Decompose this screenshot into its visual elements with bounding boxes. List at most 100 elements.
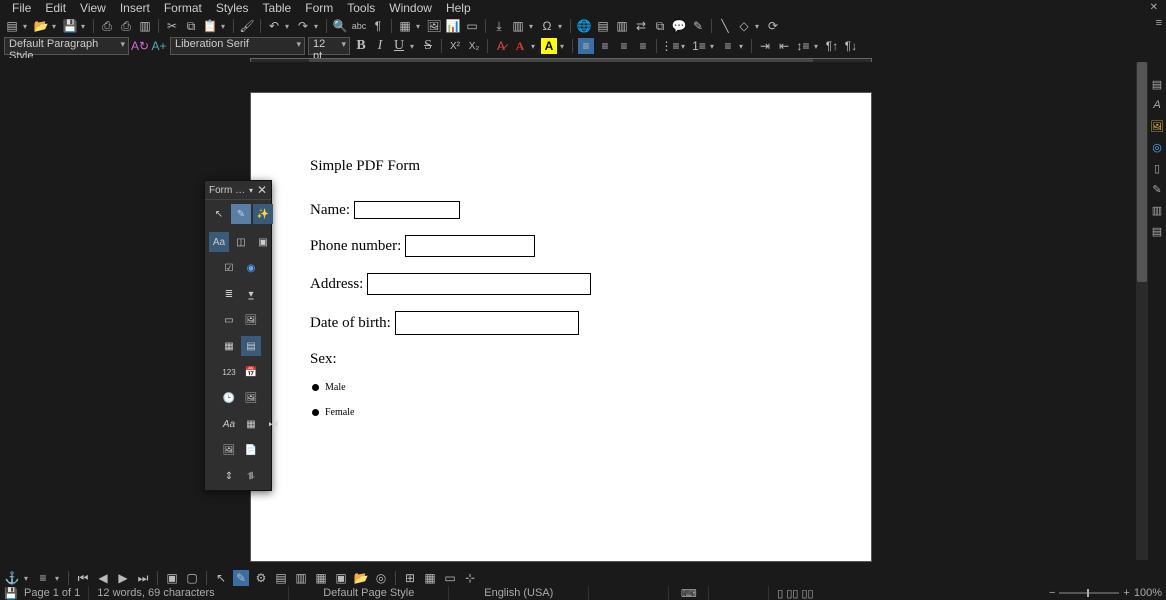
paste-icon[interactable]: 📋 xyxy=(202,18,218,34)
more-controls-icon[interactable]: ▤ xyxy=(241,336,261,356)
form-nav-next-icon[interactable]: ▶ xyxy=(115,570,131,586)
underline-button[interactable]: U xyxy=(391,38,407,54)
print-preview-icon[interactable]: ▥ xyxy=(137,18,153,34)
currency-field-icon[interactable]: 🖼 xyxy=(241,388,261,408)
hyperlink-icon[interactable]: 🌐 xyxy=(576,18,592,34)
align-justify-button[interactable]: ≡ xyxy=(635,38,651,54)
address-textbox[interactable] xyxy=(367,273,591,295)
window-close-icon[interactable]: ✕ xyxy=(1150,2,1158,13)
combobox-control-icon[interactable]: ▾̲ xyxy=(241,284,261,304)
navigator-panel-icon[interactable]: ◎ xyxy=(1149,138,1165,156)
highlight-button[interactable]: A xyxy=(541,38,557,54)
subscript-button[interactable]: X₂ xyxy=(466,38,482,54)
activation-order-icon[interactable]: ▣ xyxy=(333,570,349,586)
auto-control-focus-icon[interactable]: ◎ xyxy=(373,570,389,586)
scrollbar-thumb[interactable] xyxy=(1137,62,1147,282)
listbox-control-icon[interactable]: ≣ xyxy=(219,284,239,304)
label-control-icon[interactable]: Aa xyxy=(209,232,229,252)
page-break-icon[interactable]: ⤓ xyxy=(491,18,507,34)
bold-button[interactable]: B xyxy=(353,38,369,54)
font-color-button[interactable]: A xyxy=(512,38,528,54)
snap-guides-icon[interactable]: ⊹ xyxy=(462,570,478,586)
menu-insert[interactable]: Insert xyxy=(114,0,156,16)
numbered-list-button[interactable]: 1≡ xyxy=(691,38,707,54)
outline-list-button[interactable]: ≡ xyxy=(720,38,736,54)
file-selection-icon[interactable]: 📄 xyxy=(241,440,261,460)
line-spacing-button[interactable]: ↕≡ xyxy=(795,38,811,54)
insert-table-icon[interactable]: ▦ xyxy=(397,18,413,34)
form-controls-toolbar[interactable]: Form … ▾ ✕ ↖ ✎ ✨ Aa ◫ ▣ ☑ ◉ ≣ ▾̲ ▭ 🖼 ▦ ▤… xyxy=(204,180,272,491)
footnote-icon[interactable]: ▤ xyxy=(595,18,611,34)
manage-changes-icon[interactable]: ▥ xyxy=(1149,201,1165,219)
bring-front-icon[interactable]: ▣ xyxy=(164,570,180,586)
copy-icon[interactable]: ⧉ xyxy=(183,18,199,34)
anchor-icon[interactable]: ⚓ xyxy=(4,570,20,586)
sidebar-toggle-icon[interactable]: ≡ xyxy=(1156,17,1162,29)
form-navigator-icon[interactable]: ▥ xyxy=(293,570,309,586)
nav-bar-icon[interactable]: ⏭ xyxy=(263,414,283,434)
form-toolbar-dropdown-icon[interactable]: ▾ xyxy=(249,186,253,195)
date-field-icon[interactable]: 📅 xyxy=(241,362,261,382)
strikethrough-button[interactable]: S xyxy=(420,38,436,54)
menu-view[interactable]: View xyxy=(74,0,112,16)
cut-icon[interactable]: ✂ xyxy=(164,18,180,34)
checkbox-control-icon[interactable]: ☑ xyxy=(219,258,239,278)
line-icon[interactable]: ╲ xyxy=(717,18,733,34)
status-insert-mode[interactable]: ⌨ xyxy=(669,586,709,600)
open-icon[interactable]: 📂 xyxy=(33,18,49,34)
dob-textbox[interactable] xyxy=(395,311,579,335)
vertical-scrollbar[interactable] xyxy=(1136,62,1148,560)
zoom-slider[interactable] xyxy=(1059,592,1119,594)
font-size-combo[interactable]: 12 pt xyxy=(308,37,350,55)
form-nav-prev-icon[interactable]: ◀ xyxy=(95,570,111,586)
clone-formatting-icon[interactable]: 🖌 xyxy=(239,18,255,34)
status-word-count[interactable]: 12 words, 69 characters xyxy=(89,586,289,600)
align-left-button[interactable]: ≡ xyxy=(578,38,594,54)
align-right-button[interactable]: ≡ xyxy=(616,38,632,54)
push-button-icon[interactable]: ▭ xyxy=(219,310,239,330)
view-multi-page-icon[interactable]: ▯▯ xyxy=(786,587,798,600)
zoom-out-button[interactable]: − xyxy=(1049,587,1055,599)
undo-icon[interactable]: ↶ xyxy=(266,18,282,34)
insert-field-icon[interactable]: ▥ xyxy=(510,18,526,34)
select-tool-icon[interactable]: ↖ xyxy=(209,204,229,224)
print-icon[interactable]: ⎙ xyxy=(118,18,134,34)
status-language[interactable]: English (USA) xyxy=(449,586,589,600)
image-button-icon[interactable]: 🖼 xyxy=(241,310,261,330)
table-control-icon[interactable]: ▦ xyxy=(241,414,261,434)
menu-format[interactable]: Format xyxy=(158,0,208,16)
italic-button[interactable]: I xyxy=(372,38,388,54)
increase-indent-button[interactable]: ⇥ xyxy=(757,38,773,54)
formatting-marks-icon[interactable]: ¶ xyxy=(370,18,386,34)
zoom-in-button[interactable]: + xyxy=(1123,587,1129,599)
clear-formatting-icon[interactable]: A̷ xyxy=(493,38,509,54)
menu-edit[interactable]: Edit xyxy=(39,0,72,16)
spellcheck-icon[interactable]: abc xyxy=(351,18,367,34)
save-status-icon[interactable]: 💾 xyxy=(4,587,16,600)
menu-form[interactable]: Form xyxy=(299,0,339,16)
menu-styles[interactable]: Styles xyxy=(210,0,255,16)
group-box-icon[interactable]: ▣ xyxy=(253,232,273,252)
send-back-icon[interactable]: ▢ xyxy=(184,570,200,586)
decrease-indent-button[interactable]: ⇤ xyxy=(776,38,792,54)
menu-help[interactable]: Help xyxy=(440,0,477,16)
export-pdf-icon[interactable]: ⎙ xyxy=(99,18,115,34)
status-page[interactable]: Page 1 of 1 xyxy=(16,586,89,600)
document-page[interactable]: Simple PDF Form Name: Phone number: Addr… xyxy=(250,92,872,562)
increase-para-spacing-button[interactable]: ¶↑ xyxy=(824,38,840,54)
numeric-field-icon[interactable]: 123 xyxy=(219,362,239,382)
decrease-para-spacing-button[interactable]: ¶↓ xyxy=(843,38,859,54)
zoom-level[interactable]: 100% xyxy=(1134,587,1162,599)
female-radio[interactable] xyxy=(312,409,319,416)
menu-file[interactable]: File xyxy=(6,0,37,16)
bookmark-icon[interactable]: ▥ xyxy=(614,18,630,34)
special-char-icon[interactable]: Ω xyxy=(539,18,555,34)
track-changes-icon[interactable]: ✎ xyxy=(690,18,706,34)
insert-textbox-icon[interactable]: ▭ xyxy=(464,18,480,34)
scrollbar-control-icon[interactable]: ⥮ xyxy=(241,466,261,486)
design-mode-icon[interactable]: ✎ xyxy=(231,204,251,224)
insert-chart-icon[interactable]: 📊 xyxy=(445,18,461,34)
style-inspector-icon[interactable]: ✎ xyxy=(1149,180,1165,198)
new-doc-icon[interactable]: ▤ xyxy=(4,18,20,34)
design-toggle-icon[interactable]: ✎ xyxy=(233,570,249,586)
